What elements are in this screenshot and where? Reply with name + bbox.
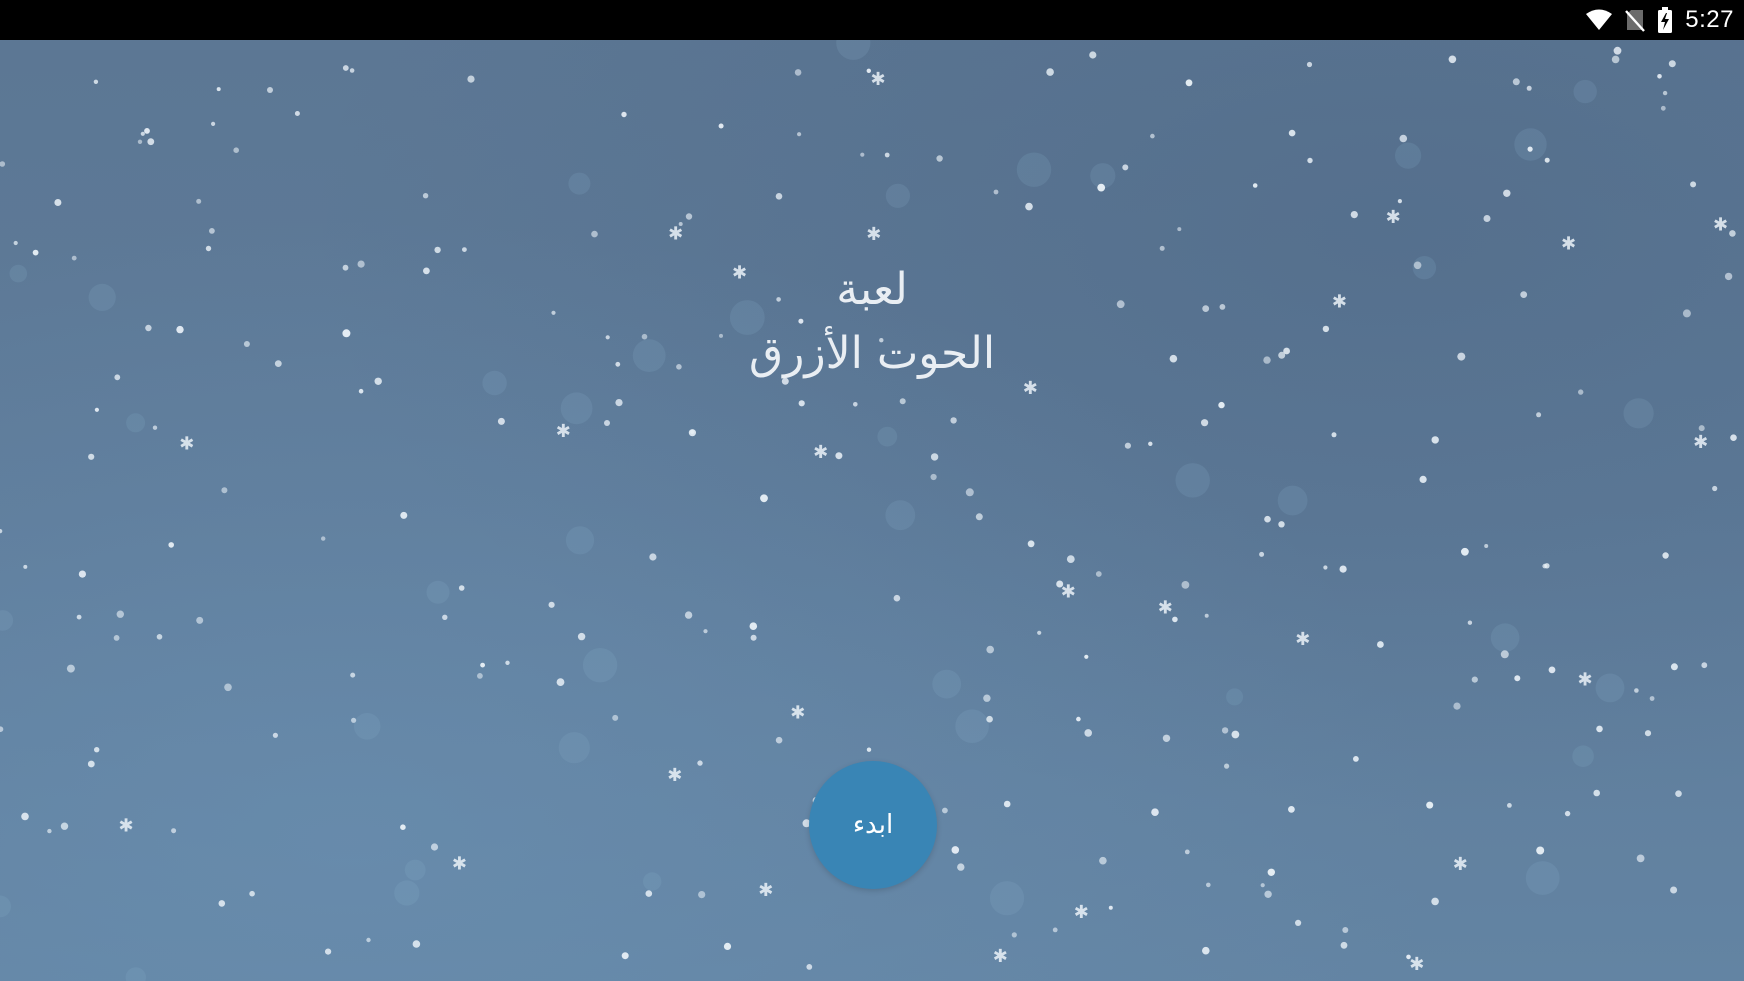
svg-text:✱: ✱ <box>1453 854 1468 875</box>
game-title: لعبة الحوت الأزرق <box>0 258 1744 386</box>
svg-text:✱: ✱ <box>1074 902 1089 923</box>
svg-text:✱: ✱ <box>556 421 571 442</box>
game-background: ✱ ✱ ✱ ✱ ✱ ✱ ✱ ✱ ✱ ✱ ✱ ✱ ✱ ✱ ✱ ✱ ✱ ✱ ✱ ✱ ✱ ✱ ✱ ✱ ✱ ✱ لعبة الحوت ال… <box>0 40 1744 981</box>
svg-text:✱: ✱ <box>790 703 805 724</box>
svg-text:✱: ✱ <box>1386 207 1401 228</box>
svg-text:✱: ✱ <box>1295 629 1310 650</box>
svg-text:✱: ✱ <box>119 816 134 837</box>
svg-text:✱: ✱ <box>1158 597 1173 618</box>
svg-text:✱: ✱ <box>1061 582 1076 603</box>
svg-text:✱: ✱ <box>993 946 1008 967</box>
wifi-icon <box>1585 9 1613 31</box>
svg-text:✱: ✱ <box>1713 214 1728 235</box>
svg-text:✱: ✱ <box>668 224 683 245</box>
svg-text:✱: ✱ <box>758 880 773 901</box>
svg-text:✱: ✱ <box>1409 954 1424 975</box>
title-line-2: الحوت الأزرق <box>748 328 996 379</box>
svg-text:✱: ✱ <box>452 853 467 874</box>
battery-charging-icon <box>1657 7 1673 33</box>
svg-text:✱: ✱ <box>813 442 828 463</box>
svg-text:✱: ✱ <box>667 765 682 786</box>
start-button-label: ابدء <box>852 810 894 840</box>
svg-text:✱: ✱ <box>866 224 881 245</box>
title-line-1: لعبة <box>836 264 908 315</box>
svg-text:✱: ✱ <box>1693 432 1708 453</box>
status-clock: 5:27 <box>1685 6 1734 33</box>
no-sim-icon <box>1625 8 1646 32</box>
svg-text:✱: ✱ <box>1578 670 1593 691</box>
status-bar: 5:27 <box>0 0 1744 40</box>
svg-text:✱: ✱ <box>871 69 886 90</box>
svg-text:✱: ✱ <box>1561 234 1576 255</box>
app-screen: 5:27 ✱ ✱ ✱ ✱ ✱ ✱ ✱ ✱ ✱ ✱ ✱ ✱ ✱ ✱ ✱ ✱ ✱ ✱ ✱ ✱ ✱ ✱ ✱ ✱ ✱ ✱ لعبة الح… <box>0 0 1744 981</box>
svg-text:✱: ✱ <box>179 433 194 454</box>
status-icons: 5:27 <box>1585 0 1734 40</box>
start-button[interactable]: ابدء <box>809 761 937 889</box>
